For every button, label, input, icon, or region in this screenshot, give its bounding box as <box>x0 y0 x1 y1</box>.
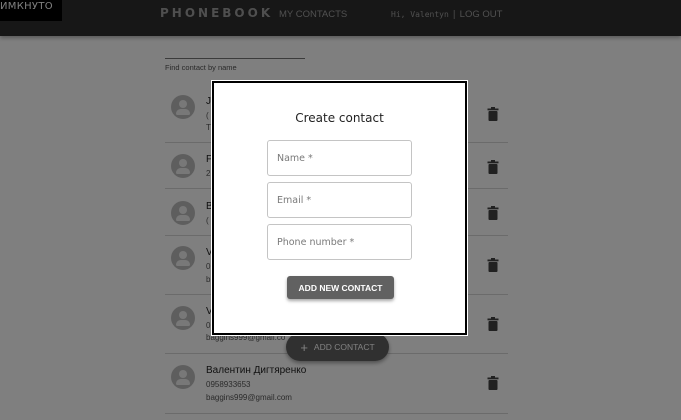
email-input[interactable] <box>268 183 411 217</box>
name-input[interactable] <box>268 141 411 175</box>
create-contact-dialog: Create contact ADD NEW CONTACT <box>212 81 467 335</box>
email-field[interactable] <box>267 182 412 218</box>
add-new-contact-button[interactable]: ADD NEW CONTACT <box>287 276 394 299</box>
phone-field[interactable] <box>267 224 412 260</box>
dialog-title: Create contact <box>295 111 384 125</box>
page: PHONEBOOK MY CONTACTS Hi, Valentyn|LOG O… <box>0 0 681 420</box>
phone-input[interactable] <box>268 225 411 259</box>
name-field[interactable] <box>267 140 412 176</box>
